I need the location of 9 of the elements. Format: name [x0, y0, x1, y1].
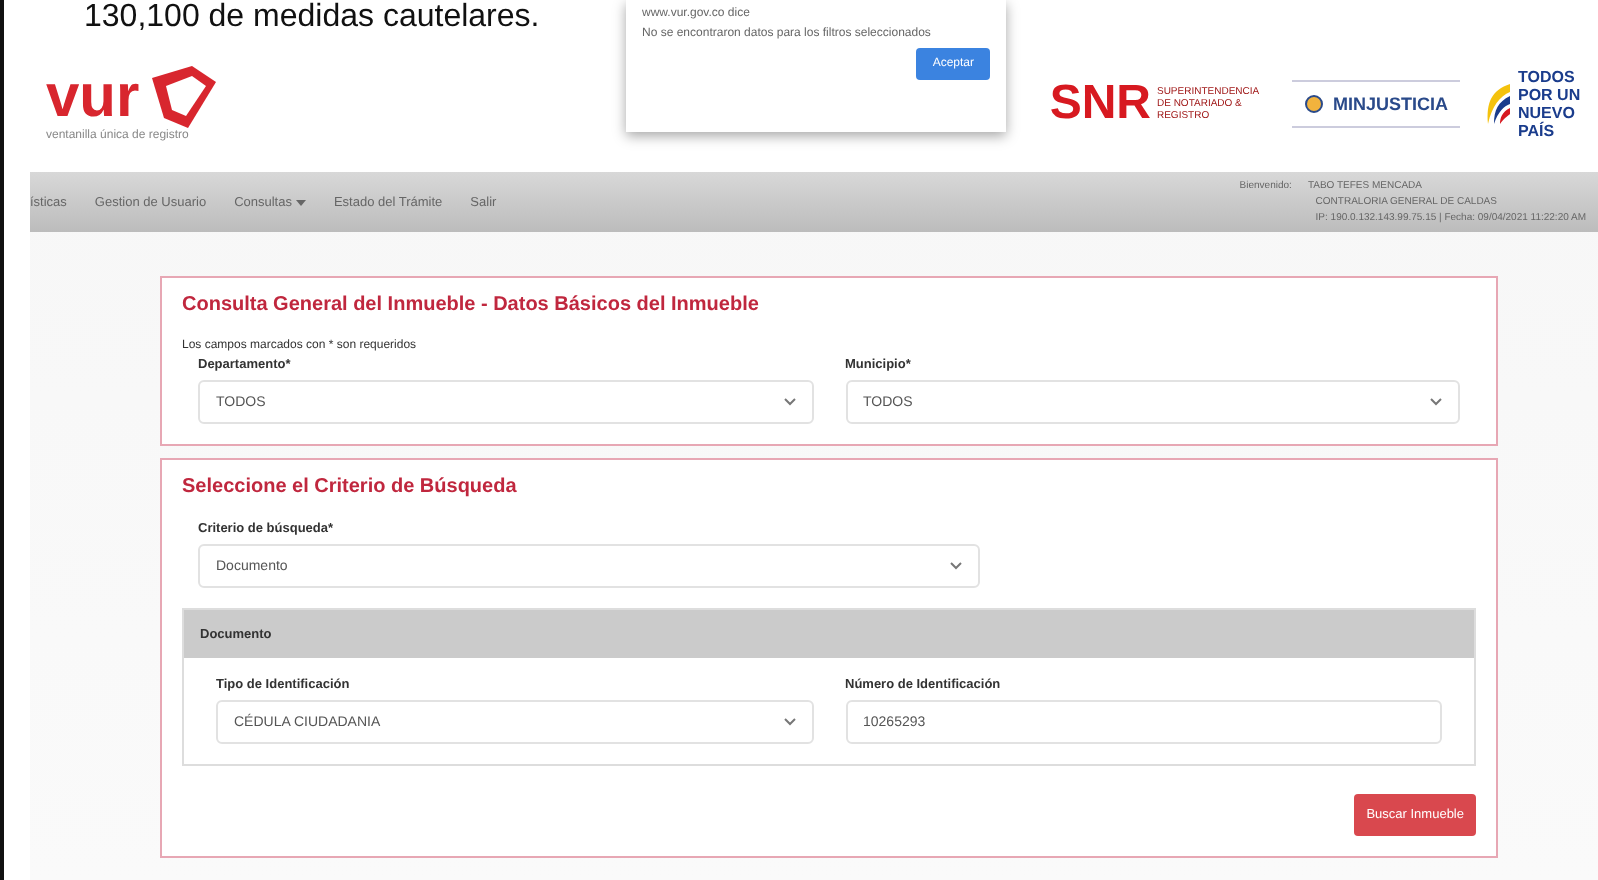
government-logo: TODOS POR UN NUEVO PAÍS [1484, 68, 1598, 140]
chevron-down-icon [950, 562, 963, 570]
card-title: Seleccione el Criterio de Búsqueda [182, 476, 519, 498]
chevron-down-icon [1430, 398, 1442, 406]
chevron-down-icon [783, 398, 795, 406]
chevron-down-icon [783, 718, 795, 726]
card-title: Consulta General del Inmueble - Datos Básicos del Inmueble [182, 294, 761, 316]
document-caption: 130,100 de medidas cautelares. [84, 0, 540, 34]
ministry-logo: MINJUSTICIA [1292, 80, 1460, 128]
